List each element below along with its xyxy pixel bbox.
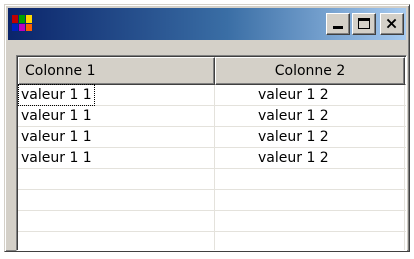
table-row[interactable]: valeur 1 1 valeur 1 2 [18,84,406,106]
list-rows: valeur 1 1 valeur 1 2 valeur 1 1 valeur … [18,84,406,232]
table-cell[interactable]: valeur 1 2 [258,106,329,126]
maximize-icon [358,18,370,29]
close-button[interactable] [380,13,404,35]
column-header-filler [405,57,406,85]
close-icon [386,18,397,29]
empty-row [18,190,406,211]
empty-row [18,211,406,232]
table-cell[interactable]: valeur 1 2 [258,148,329,168]
table-cell[interactable]: valeur 1 2 [258,127,329,147]
list-header: Colonne 1 Colonne 2 [18,57,406,85]
multicolor-window-icon[interactable] [12,15,32,31]
list-view[interactable]: Colonne 1 Colonne 2 valeur 1 1 valeur 1 … [16,55,407,251]
table-row[interactable]: valeur 1 1 valeur 1 2 [18,106,406,127]
table-cell[interactable]: valeur 1 1 [18,84,95,106]
window-controls [326,13,404,35]
column-header-2[interactable]: Colonne 2 [215,57,405,85]
table-row[interactable]: valeur 1 1 valeur 1 2 [18,127,406,148]
minimize-icon [333,26,343,29]
title-bar[interactable] [8,8,406,40]
maximize-button[interactable] [352,13,376,35]
table-cell[interactable]: valeur 1 2 [258,85,329,105]
column-header-1[interactable]: Colonne 1 [18,57,215,85]
minimize-button[interactable] [326,13,350,35]
empty-row [18,169,406,190]
table-cell[interactable]: valeur 1 1 [21,106,92,126]
table-cell[interactable]: valeur 1 1 [21,148,92,168]
table-row[interactable]: valeur 1 1 valeur 1 2 [18,148,406,169]
app-window: Colonne 1 Colonne 2 valeur 1 1 valeur 1 … [4,4,410,252]
table-cell[interactable]: valeur 1 1 [21,127,92,147]
